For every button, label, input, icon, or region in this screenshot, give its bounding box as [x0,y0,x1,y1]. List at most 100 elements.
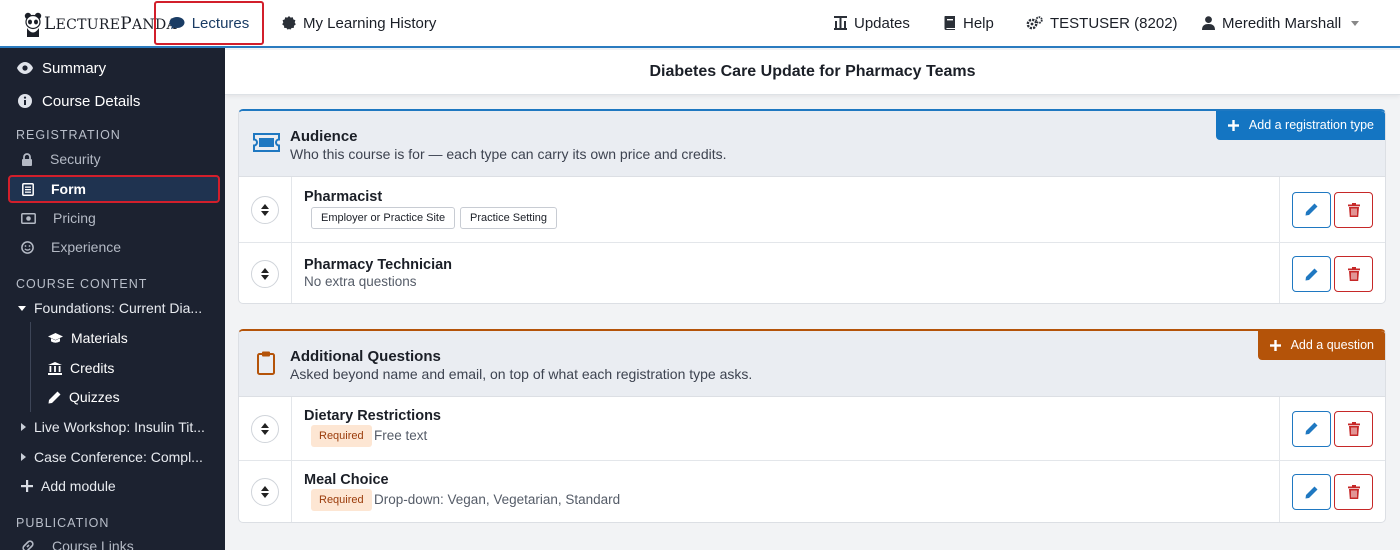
trash-icon [1347,267,1360,281]
sort-icon [261,422,269,435]
row-actions [1279,461,1385,522]
user-icon [1202,16,1215,30]
sidebar-module-live-workshop-label: Live Workshop: Insulin Tit... [34,419,205,435]
add-registration-type-button[interactable]: Add a registration type [1215,111,1385,140]
sidebar-heading-publication: PUBLICATION [16,516,110,530]
cogs-icon [1026,16,1043,30]
delete-button[interactable] [1334,191,1373,228]
edit-button[interactable] [1292,474,1331,510]
sidebar-item-quizzes[interactable]: Quizzes [0,386,225,408]
sort-icon [261,268,269,280]
link-icon [22,540,34,550]
sidebar-add-module[interactable]: Add module [0,475,225,497]
sort-icon [261,486,269,498]
reorder-handle[interactable] [251,414,279,443]
additional-questions-header: Additional Questions Asked beyond name a… [239,331,1385,397]
question-chip: Employer or Practice Site [311,207,456,229]
sidebar-module-case-conference-label: Case Conference: Compl... [34,449,203,465]
question-title: Meal Choice [304,472,389,488]
sidebar-item-credits[interactable]: Credits [0,357,225,379]
eye-icon [17,62,33,74]
nav-updates[interactable]: Updates [834,0,910,46]
drag-handle-cell [239,461,292,522]
sidebar-experience-label: Experience [51,239,122,255]
info-icon [18,94,32,108]
nav-learning-history[interactable]: My Learning History [282,0,436,46]
question-title: Dietary Restrictions [304,408,441,424]
sidebar-materials-label: Materials [71,330,128,346]
pencil-icon [1305,268,1318,280]
row-actions [1279,243,1385,303]
sidebar-item-experience[interactable]: Experience [0,236,225,258]
sidebar-item-materials[interactable]: Materials [0,327,225,349]
drag-handle-cell [239,177,292,242]
edit-button[interactable] [1292,410,1331,447]
delete-button[interactable] [1334,474,1373,510]
nav-user-label: Meredith Marshall [1222,14,1342,32]
audience-card: Audience Who this course is for — each t… [238,109,1386,304]
delete-button[interactable] [1334,256,1373,292]
sidebar-module-live-workshop[interactable]: Live Workshop: Insulin Tit... [0,416,225,438]
money-icon [21,212,36,224]
additional-questions-card: Additional Questions Asked beyond name a… [238,329,1386,523]
sidebar-add-module-label: Add module [41,478,116,494]
question-type-detail: Free text [374,428,428,443]
updates-icon [834,16,847,30]
page-title: Diabetes Care Update for Pharmacy Teams [649,63,976,80]
add-question-label: Add a question [1290,338,1374,352]
sidebar-item-pricing[interactable]: Pricing [0,207,225,229]
drag-handle-cell [239,243,292,303]
edit-button[interactable] [1292,256,1331,292]
plus-icon [1269,339,1281,351]
sort-icon [261,203,269,216]
registration-type-title: Pharmacist [304,189,383,205]
clipboard-icon [257,351,275,375]
reorder-handle[interactable] [251,195,279,224]
book-icon [944,16,955,30]
form-icon [22,182,34,196]
lock-icon [22,152,32,166]
registration-type-note: No extra questions [304,274,417,289]
plus-icon [21,480,33,492]
question-type-detail: Drop-down: Vegan, Vegetarian, Standard [374,492,621,507]
audience-title: Audience [290,128,358,145]
nav-help[interactable]: Help [944,0,994,46]
add-question-button[interactable]: Add a question [1257,331,1385,360]
sidebar-item-course-details[interactable]: Course Details [0,89,225,113]
chevron-down-icon [1351,20,1360,26]
sidebar-module-case-conference[interactable]: Case Conference: Compl... [0,446,225,468]
pencil-icon [1305,486,1318,498]
nav-account-switcher[interactable]: TESTUSER (8202) [1026,0,1178,46]
caret-right-icon [21,453,26,461]
sidebar-item-security[interactable]: Security [0,148,225,170]
sidebar-item-form[interactable]: Form [8,175,220,203]
nav-user-menu[interactable]: Meredith Marshall [1202,0,1360,46]
caret-right-icon [21,423,26,431]
nav-lectures-label: Lectures [191,14,250,32]
plus-icon [1227,119,1239,131]
certificate-icon [282,16,296,30]
reorder-handle[interactable] [251,260,279,288]
edit-button[interactable] [1292,191,1331,228]
sidebar-module-foundations[interactable]: Foundations: Current Dia... [0,297,225,319]
delete-button[interactable] [1334,410,1373,447]
question-chip: Practice Setting [460,207,558,229]
registration-type-row: Pharmacy Technician No extra questions [239,243,1385,303]
chat-bubble-icon [169,17,185,30]
nav-updates-label: Updates [854,14,910,32]
required-badge: Required [311,489,372,511]
pencil-icon [1305,203,1318,216]
required-badge: Required [311,425,372,447]
additional-questions-title: Additional Questions [290,348,441,365]
sidebar-summary-label: Summary [42,59,107,77]
sidebar-heading-registration: REGISTRATION [16,128,121,142]
sidebar-course-links-label: Course Links [52,538,134,550]
sidebar: Summary Course Details REGISTRATION Secu… [0,48,225,550]
sidebar-security-label: Security [50,151,101,167]
sidebar-form-label: Form [51,181,86,197]
registration-type-row: Pharmacist Employer or Practice Site Pra… [239,177,1385,243]
sidebar-item-summary[interactable]: Summary [0,56,225,80]
sidebar-item-course-links[interactable]: Course Links [0,535,225,550]
reorder-handle[interactable] [251,478,279,506]
nav-lectures[interactable]: Lectures [154,1,264,45]
